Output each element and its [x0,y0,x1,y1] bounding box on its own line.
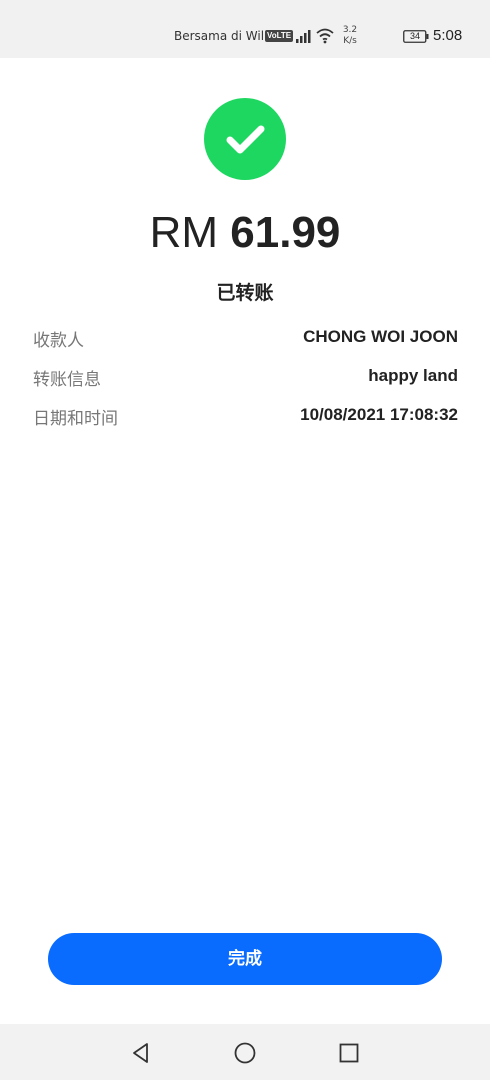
message-label: 转账信息 [33,370,101,390]
home-icon [234,1042,256,1064]
nav-recent-button[interactable] [336,1040,362,1066]
carrier-name: Bersama di Wil... [174,29,276,43]
clock: 5:08 [433,27,463,44]
status-bar: Bersama di Wil... VoLTE 3.2 K/s 34 5:08 [0,0,490,58]
detail-row-recipient: 收款人 CHONG WOI JOON [33,324,458,363]
checkmark-icon [226,125,265,154]
recipient-value: CHONG WOI JOON [303,327,458,346]
success-badge [204,98,286,180]
transfer-details: 收款人 CHONG WOI JOON 转账信息 happy land 日期和时间… [33,324,458,441]
battery-level: 34 [409,31,420,41]
message-value: happy land [368,366,458,385]
datetime-value: 10/08/2021 17:08:32 [300,405,458,424]
volte-badge: VoLTE [265,30,294,42]
detail-row-datetime: 日期和时间 10/08/2021 17:08:32 [33,402,458,441]
navigation-bar [0,1024,490,1080]
recent-apps-icon [339,1043,359,1063]
done-button[interactable]: 完成 [48,933,442,985]
transfer-status: 已转账 [216,282,274,304]
nav-back-button[interactable] [128,1040,154,1066]
nav-home-button[interactable] [232,1040,258,1066]
amount-value: 61.99 [230,208,341,257]
back-icon [133,1043,148,1063]
speed-unit: K/s [343,36,357,46]
speed-value: 3.2 [342,25,358,35]
recipient-label: 收款人 [33,331,84,351]
datetime-label: 日期和时间 [33,409,118,429]
detail-row-message: 转账信息 happy land [33,363,458,402]
signal-icon [296,30,311,43]
payment-success-screen: Bersama di Wil... VoLTE 3.2 K/s 34 5:08 [0,0,490,1080]
transfer-amount: RM 61.99 [0,206,490,260]
amount-currency: RM [149,208,219,257]
wifi-icon [316,28,334,44]
network-speed: 3.2 K/s [340,25,360,47]
